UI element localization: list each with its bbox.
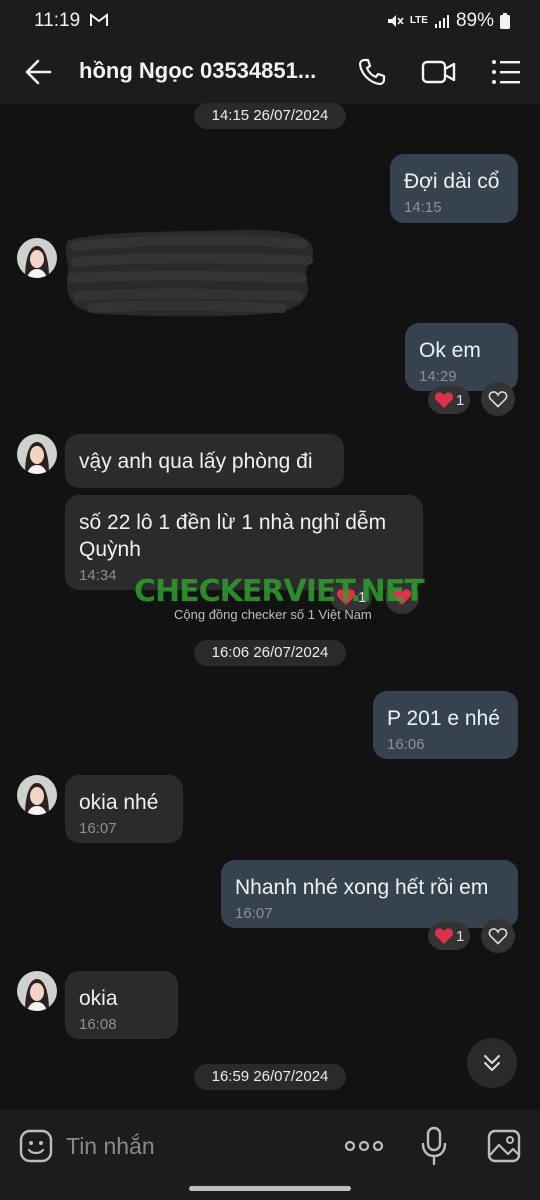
add-reaction-button[interactable] <box>481 382 515 416</box>
avatar[interactable] <box>17 238 57 278</box>
avatar[interactable] <box>17 775 57 815</box>
message-text: P 201 e nhé <box>387 707 500 730</box>
reaction-badge[interactable]: 1 <box>428 386 471 414</box>
watermark-logo: CHECKERVIET.NET <box>134 574 425 609</box>
message-text: số 22 lô 1 đền lừ 1 nhà nghỉ dễm Quỳnh <box>79 511 387 561</box>
menu-icon <box>492 60 520 84</box>
reaction-count: 1 <box>456 391 465 409</box>
contact-photo-icon <box>17 434 57 474</box>
message-text: vậy anh qua lấy phòng đi <box>79 450 313 473</box>
message-text: okia <box>79 987 118 1010</box>
message-text: okia nhé <box>79 791 159 814</box>
scroll-to-bottom-button[interactable] <box>467 1038 517 1088</box>
heart-outline-icon <box>488 928 508 945</box>
message-bubble-outgoing[interactable]: Ok em 14:29 <box>405 323 518 391</box>
battery-percent: 89% <box>455 10 494 31</box>
date-separator: 14:15 26/07/2024 <box>194 103 346 129</box>
message-time: 16:07 <box>79 820 117 837</box>
message-bubble-outgoing[interactable]: Nhanh nhé xong hết rồi em 16:07 <box>221 860 518 928</box>
more-options-icon[interactable] <box>344 1140 384 1152</box>
heart-outline-icon <box>488 391 508 408</box>
chat-header: hồng Ngọc 03534851... <box>0 40 540 104</box>
status-right: LTE 89% <box>386 10 510 32</box>
contact-name[interactable]: hồng Ngọc 03534851... <box>79 58 325 84</box>
contact-photo-icon <box>17 775 57 815</box>
message-bubble-incoming[interactable]: vậy anh qua lấy phòng đi <box>65 434 344 488</box>
double-chevron-down-icon <box>484 1055 500 1071</box>
message-bubble-outgoing[interactable]: Đợi dài cổ 14:15 <box>390 154 518 223</box>
message-bubble-outgoing[interactable]: P 201 e nhé 16:06 <box>373 691 518 759</box>
date-separator: 16:59 26/07/2024 <box>194 1064 346 1090</box>
heart-reaction-icon <box>434 392 454 408</box>
message-time: 14:15 <box>404 199 442 216</box>
message-time: 16:06 <box>387 736 425 753</box>
avatar[interactable] <box>17 971 57 1011</box>
contact-photo-icon <box>17 238 57 278</box>
menu-button[interactable] <box>486 52 526 92</box>
heart-reaction-icon <box>434 928 454 944</box>
signal-icon <box>434 15 449 28</box>
message-text: Đợi dài cổ <box>404 170 500 193</box>
reaction-count: 1 <box>456 927 465 945</box>
video-icon <box>421 60 456 84</box>
gmail-notification-icon <box>90 13 108 26</box>
message-text: Ok em <box>419 339 481 362</box>
gallery-icon[interactable] <box>486 1128 522 1164</box>
battery-icon <box>500 13 510 29</box>
video-call-button[interactable] <box>419 52 459 92</box>
redacted-message-scribble <box>65 229 314 317</box>
microphone-icon[interactable] <box>420 1126 448 1166</box>
message-bubble-incoming[interactable]: okia nhé 16:07 <box>65 775 183 843</box>
lte-label: LTE <box>409 15 428 26</box>
message-text: Nhanh nhé xong hết rồi em <box>235 876 489 899</box>
mute-icon <box>387 15 404 27</box>
message-time: 16:08 <box>79 1016 117 1033</box>
sticker-icon[interactable] <box>18 1128 54 1164</box>
status-bar: 11:19 LTE 89% <box>0 0 540 40</box>
message-input[interactable]: Tin nhắn <box>66 1130 326 1162</box>
phone-icon <box>358 58 386 86</box>
message-bubble-incoming[interactable]: okia 16:08 <box>65 971 178 1039</box>
message-time: 16:07 <box>235 905 273 922</box>
call-button[interactable] <box>352 52 392 92</box>
contact-photo-icon <box>17 971 57 1011</box>
back-arrow-icon[interactable] <box>20 54 58 90</box>
avatar[interactable] <box>17 434 57 474</box>
watermark-tagline: Cộng đồng checker số 1 Việt Nam <box>174 607 372 622</box>
home-indicator[interactable] <box>189 1186 351 1191</box>
date-separator: 16:06 26/07/2024 <box>194 640 346 666</box>
add-reaction-button[interactable] <box>481 919 515 953</box>
status-time: 11:19 <box>34 10 81 31</box>
reaction-badge[interactable]: 1 <box>428 922 471 950</box>
